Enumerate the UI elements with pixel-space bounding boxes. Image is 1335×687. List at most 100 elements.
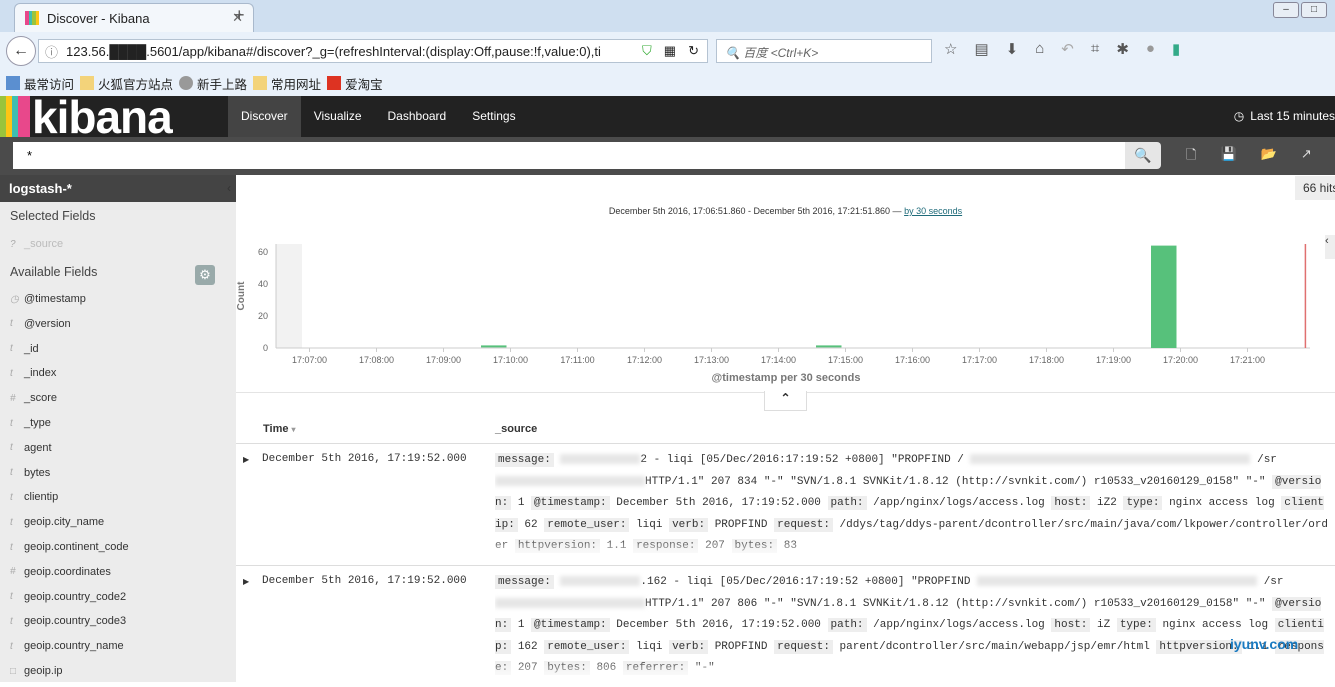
open-search-icon[interactable]: 📂 (1261, 146, 1277, 168)
gear-icon[interactable]: ⚙ (195, 265, 215, 285)
field-item[interactable]: t _index (10, 367, 56, 379)
save-search-icon[interactable]: 💾 (1220, 146, 1236, 168)
expand-row-icon[interactable]: ▶ (243, 455, 249, 464)
x-tick-label: 17:08:00 (359, 355, 394, 365)
x-tick-label: 17:09:00 (426, 355, 461, 365)
collapse-sidebar-icon[interactable]: ‹ (227, 181, 231, 195)
plugin-icon[interactable]: ▮ (1172, 40, 1180, 58)
source-value: nginx access log (1162, 619, 1269, 631)
undo-icon[interactable]: ↶ (1061, 40, 1074, 58)
new-tab-icon[interactable]: + (234, 5, 245, 26)
bookmark-item[interactable]: 爱淘宝 (327, 74, 383, 93)
watermark: iyunv.com (1230, 636, 1299, 652)
table-row: ▶ December 5th 2016, 17:19:52.000 message:… (236, 443, 1335, 565)
field-name: geoip.country_name (24, 640, 124, 653)
field-item[interactable]: ◷ @timestamp (10, 293, 86, 305)
reading-list-icon[interactable]: ▤ (974, 40, 988, 58)
index-pattern[interactable]: logstash-* (0, 175, 236, 202)
url-bar[interactable]: ⓘ 123.56.████.5601/app/kibana#/discover?_… (38, 39, 708, 63)
new-search-icon[interactable]: 🗋 (1186, 146, 1196, 168)
histogram-bar (1151, 245, 1177, 348)
chat-icon[interactable]: ● (1146, 40, 1155, 58)
expand-row-icon[interactable]: ▶ (243, 577, 249, 586)
shield-icon[interactable]: ⛉ (642, 43, 652, 59)
extension-icon[interactable]: ✱ (1116, 40, 1129, 58)
bookmark-item[interactable]: 最常访问 (6, 74, 74, 93)
field-item[interactable]: t geoip.city_name (10, 516, 104, 528)
x-tick-label: 17:12:00 (627, 355, 662, 365)
histogram-chart[interactable]: 0 20 40 60 17:07:00 17:08:00 17:09:00 17:10:00 1… (236, 230, 1325, 390)
info-icon[interactable]: ⓘ (45, 42, 58, 61)
nav-visualize[interactable]: Visualize (301, 96, 375, 137)
histogram-bar (816, 345, 842, 348)
y-tick-label: 60 (258, 247, 268, 257)
field-item[interactable]: t @version (10, 318, 71, 330)
nav-dashboard[interactable]: Dashboard (375, 96, 460, 137)
field-item[interactable]: t _type (10, 417, 51, 429)
back-arrow-icon[interactable]: ← (6, 36, 36, 66)
source-value: /sr (1263, 576, 1284, 588)
nav-discover[interactable]: Discover (228, 96, 301, 137)
field-item[interactable]: # _score (10, 392, 57, 404)
bookmark-item[interactable]: 常用网址 (253, 74, 321, 93)
field-item[interactable]: □ geoip.ip (10, 665, 63, 677)
source-value: 1 (517, 619, 525, 631)
source-value: /app/nginx/logs/access.log (873, 619, 1045, 631)
out-of-range-area (276, 244, 302, 348)
table-row: ▶ December 5th 2016, 17:19:52.000 message:… (236, 565, 1335, 687)
field-item[interactable]: t geoip.country_code3 (10, 615, 126, 627)
field-type-icon: t (10, 467, 13, 479)
share-icon[interactable]: ↗ (1301, 146, 1312, 168)
column-header-time[interactable]: Time ▾ (263, 423, 296, 435)
nav-settings[interactable]: Settings (459, 96, 528, 137)
source-key: @timestamp: (531, 618, 610, 632)
field-item[interactable]: ? _source (10, 238, 63, 250)
browser-search-input[interactable]: 🔍 百度 <Ctrl+K> (716, 39, 932, 63)
source-key: host: (1051, 618, 1091, 632)
field-item[interactable]: t geoip.continent_code (10, 541, 129, 553)
collapse-chart-icon[interactable]: ⌃ (764, 391, 807, 411)
interval-link[interactable]: by 30 seconds (904, 206, 962, 216)
download-icon[interactable]: ⬇ (1006, 40, 1019, 58)
source-key: httpversion: (1156, 639, 1242, 654)
kibana-nav-bar (0, 96, 1335, 137)
column-header-source: _source (495, 423, 538, 435)
field-item[interactable]: # geoip.coordinates (10, 566, 111, 578)
reload-icon[interactable]: ↻ (688, 43, 699, 59)
field-item[interactable]: t geoip.country_name (10, 640, 124, 652)
time-range-label: December 5th 2016, 17:06:51.860 - Decemb… (608, 206, 963, 216)
field-item[interactable]: t agent (10, 442, 52, 454)
kibana-logo[interactable]: kibana (0, 94, 173, 140)
source-value: 62 (524, 518, 538, 531)
maximize-icon[interactable]: □ (1301, 2, 1327, 18)
field-item[interactable]: t clientip (10, 491, 58, 503)
field-item[interactable]: t geoip.country_code2 (10, 591, 126, 603)
field-name: @timestamp (24, 293, 86, 305)
bookmark-star-icon[interactable]: ☆ (944, 40, 957, 58)
expand-right-icon[interactable]: ‹ (1325, 235, 1335, 259)
source-key: @timestamp: (531, 496, 610, 510)
field-type-icon: □ (10, 665, 17, 677)
qr-code-icon[interactable]: ▦ (664, 43, 676, 59)
bookmark-item[interactable]: 新手上路 (179, 74, 247, 93)
x-tick-label: 17:16:00 (895, 355, 930, 365)
home-icon[interactable]: ⌂ (1035, 40, 1044, 58)
field-name: geoip.ip (24, 665, 63, 677)
field-item[interactable]: t _id (10, 343, 39, 355)
bookmark-item[interactable]: 火狐官方站点 (80, 74, 173, 93)
minimize-icon[interactable]: – (1273, 2, 1299, 18)
field-type-icon: t (10, 367, 13, 379)
crop-icon[interactable]: ⌗ (1091, 40, 1099, 58)
kibana-favicon-icon (25, 11, 39, 25)
browser-tab[interactable]: Discover - Kibana ✕ (14, 3, 254, 32)
field-type-icon: # (10, 392, 16, 404)
bookmarks-bar: 最常访问 火狐官方站点 新手上路 常用网址 爱淘宝 (0, 70, 1335, 96)
time-picker[interactable]: ◷ Last 15 minutes (1234, 96, 1335, 137)
field-name: geoip.coordinates (24, 565, 111, 578)
x-tick-label: 17:19:00 (1096, 355, 1131, 365)
field-name: agent (24, 441, 52, 454)
field-item[interactable]: t bytes (10, 467, 50, 479)
query-input[interactable] (13, 142, 1125, 169)
field-type-icon: ◷ (10, 293, 19, 305)
search-button[interactable]: 🔍 (1125, 142, 1161, 169)
